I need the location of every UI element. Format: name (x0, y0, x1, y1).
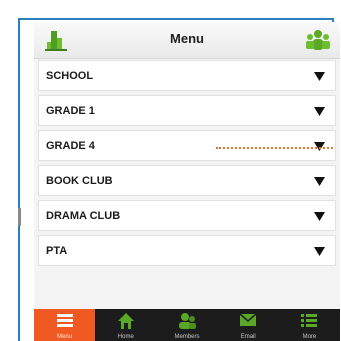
dropdown-arrow-icon[interactable] (314, 177, 325, 186)
menu-item-pta[interactable]: PTA (38, 235, 336, 266)
menu-item-grade-4[interactable]: GRADE 4 (38, 130, 336, 161)
dropdown-arrow-icon[interactable] (314, 72, 325, 81)
tab-home[interactable]: Home (95, 309, 156, 341)
header-bar: Menu (34, 22, 340, 59)
menu-item-school[interactable]: SCHOOL (38, 60, 336, 91)
menu-item-label: GRADE 4 (46, 140, 95, 152)
menu-item-label: BOOK CLUB (46, 175, 113, 187)
menu-list: SCHOOL GRADE 1 GRADE 4 BOOK CLUB DRAMA C… (34, 60, 340, 270)
tab-email[interactable]: Email (218, 309, 279, 341)
home-icon (117, 313, 134, 329)
menu-item-label: PTA (46, 245, 68, 257)
menu-item-label: SCHOOL (46, 70, 94, 82)
page-title: Menu (170, 31, 204, 46)
menu-item-drama-club[interactable]: DRAMA CLUB (38, 200, 336, 231)
tab-label: More (302, 334, 317, 340)
tab-members[interactable]: Members (156, 309, 217, 341)
pointer-dotted-line (216, 147, 333, 149)
tab-label: Menu (57, 334, 73, 340)
app-screen: Menu SCHOOL GRADE 1 GRADE 4 BOOK CLUB DR… (34, 22, 340, 341)
menu-item-label: GRADE 1 (46, 105, 95, 117)
list-icon (56, 314, 73, 327)
tab-label: Home (117, 334, 134, 340)
tab-label: Email (240, 334, 256, 340)
menu-item-label: DRAMA CLUB (46, 210, 121, 222)
menu-item-book-club[interactable]: BOOK CLUB (38, 165, 336, 196)
members-icon (179, 313, 196, 329)
group-icon[interactable] (304, 28, 332, 52)
dropdown-arrow-icon[interactable] (314, 247, 325, 256)
dropdown-arrow-icon[interactable] (314, 107, 325, 116)
tab-menu[interactable]: Menu (34, 309, 96, 341)
tab-more[interactable]: More (279, 309, 340, 341)
email-icon (239, 313, 257, 326)
left-edge-tab (18, 208, 21, 226)
tab-label: Members (174, 334, 200, 340)
menu-item-grade-1[interactable]: GRADE 1 (38, 95, 336, 126)
more-list-icon (301, 314, 318, 327)
bottom-tab-bar: Menu Home Members Email More (34, 309, 340, 341)
dropdown-arrow-icon[interactable] (314, 212, 325, 221)
